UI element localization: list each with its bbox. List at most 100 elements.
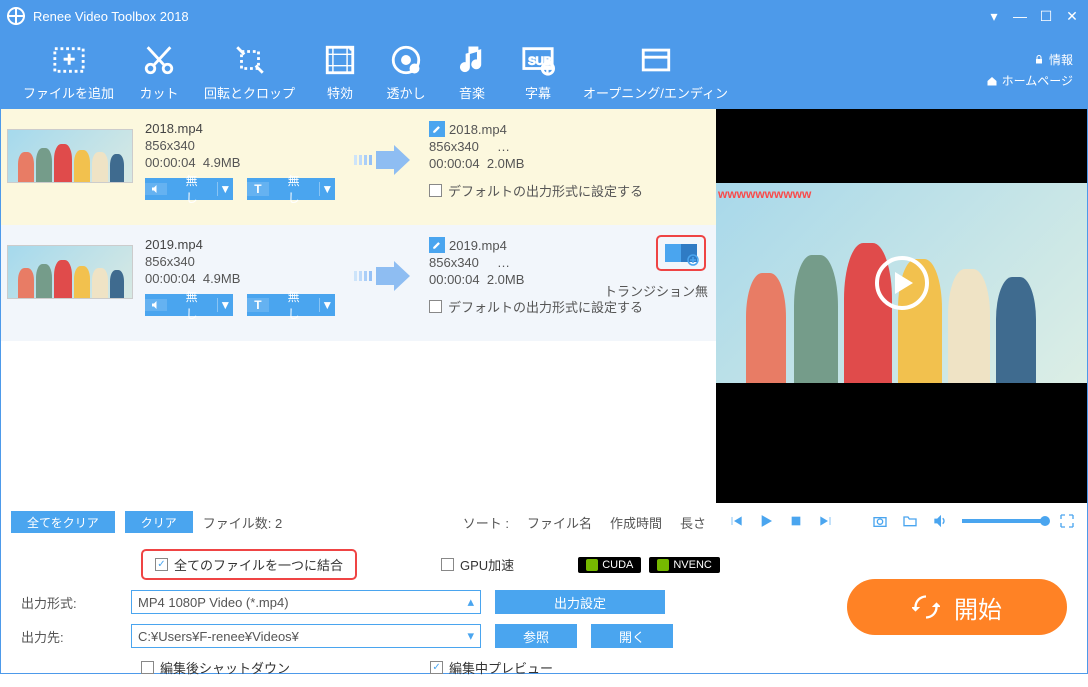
watermark-icon (385, 39, 427, 81)
info-label: 情報 (1049, 51, 1073, 68)
gpu-accel-checkbox[interactable] (441, 558, 454, 571)
toolbar-label: ファイルを追加 (23, 83, 114, 102)
preview-controls (716, 503, 1087, 539)
toolbar-label: 特効 (327, 83, 353, 102)
input-info: 2018.mp4 856x340 00:00:04 4.9MB 無し▼ T無し▼ (145, 121, 335, 200)
out-filename: 2019.mp4 (449, 238, 507, 253)
preview-label: 編集中プレビュー (449, 658, 553, 677)
volume-slider[interactable] (962, 519, 1045, 523)
app-title: Renee Video Toolbox 2018 (33, 9, 189, 24)
subtitle-dropdown[interactable]: T無し▼ (247, 178, 335, 200)
crop-icon (229, 39, 271, 81)
in-dur-size: 00:00:04 4.9MB (145, 155, 335, 170)
close-icon[interactable]: ✕ (1065, 9, 1079, 23)
convert-arrow-icon (347, 145, 417, 175)
sort-by-time[interactable]: 作成時間 (610, 513, 662, 532)
input-info: 2019.mp4 856x340 00:00:04 4.9MB 無し▼ T無し▼ (145, 237, 335, 316)
title-bar: Renee Video Toolbox 2018 ▾ — ☐ ✕ (1, 1, 1087, 31)
output-settings-button[interactable]: 出力設定 (495, 590, 665, 614)
clear-button[interactable]: クリア (125, 511, 193, 533)
main-toolbar: + ファイルを追加 カット 回転とクロップ 特効 透かし 音楽 SUBT 字幕 … (1, 31, 1087, 109)
add-file-icon: + (48, 39, 90, 81)
folder-icon[interactable] (902, 513, 918, 529)
file-row[interactable]: 2018.mp4 856x340 00:00:04 4.9MB 無し▼ T無し▼… (1, 109, 716, 225)
shutdown-checkbox[interactable] (141, 661, 154, 674)
link-info[interactable]: 情報 (1033, 51, 1073, 68)
clear-all-button[interactable]: 全てをクリア (11, 511, 115, 533)
output-format-combo[interactable]: MP4 1080P Video (*.mp4)▴ (131, 590, 481, 614)
toolbar-watermark[interactable]: 透かし (373, 31, 439, 109)
output-dir-combo[interactable]: C:¥Users¥F-renee¥Videos¥▾ (131, 624, 481, 648)
toolbar-label: カット (140, 83, 179, 102)
in-dur-size: 00:00:04 4.9MB (145, 271, 335, 286)
default-format-checkbox[interactable] (429, 300, 442, 313)
stop-icon[interactable] (788, 513, 804, 529)
toolbar-cut[interactable]: カット (126, 31, 192, 109)
toolbar-add-file[interactable]: + ファイルを追加 (11, 31, 126, 109)
fullscreen-icon[interactable] (1059, 513, 1075, 529)
edit-output-icon[interactable] (429, 121, 445, 137)
toolbar-opening-ending[interactable]: オープニング/エンディン (571, 31, 740, 109)
in-filename: 2019.mp4 (145, 237, 335, 252)
edit-output-icon[interactable] (429, 237, 445, 253)
toolbar-rotate-crop[interactable]: 回転とクロップ (192, 31, 307, 109)
filmstrip-icon (319, 39, 361, 81)
start-button[interactable]: 開始 (847, 579, 1067, 635)
snapshot-icon[interactable] (872, 513, 888, 529)
audio-track-dropdown[interactable]: 無し▼ (145, 178, 233, 200)
file-pane: 2018.mp4 856x340 00:00:04 4.9MB 無し▼ T無し▼… (1, 109, 716, 539)
scissors-icon (138, 39, 180, 81)
merge-all-checkbox[interactable] (155, 558, 168, 571)
link-homepage[interactable]: ホームページ (986, 72, 1073, 89)
next-icon[interactable] (818, 513, 834, 529)
svg-text:T: T (544, 64, 550, 75)
video-thumbnail (7, 245, 133, 299)
file-row[interactable]: 2019.mp4 856x340 00:00:04 4.9MB 無し▼ T無し▼… (1, 225, 716, 341)
toolbar-music[interactable]: 音楽 (439, 31, 505, 109)
output-info: 2018.mp4 856x340 … 00:00:04 2.0MB デフォルトの… (429, 121, 679, 200)
merge-all-label: 全てのファイルを一つに結合 (174, 555, 343, 574)
window-menu-icon[interactable]: ▾ (987, 9, 1001, 23)
sort-by-length[interactable]: 長さ (680, 513, 706, 532)
toolbar-subtitle[interactable]: SUBT 字幕 (505, 31, 571, 109)
toolbar-effects[interactable]: 特効 (307, 31, 373, 109)
music-note-icon (451, 39, 493, 81)
out-filename: 2018.mp4 (449, 122, 507, 137)
svg-text:+: + (63, 48, 75, 70)
default-format-label: デフォルトの出力形式に設定する (448, 181, 643, 200)
audio-track-dropdown[interactable]: 無し▼ (145, 294, 233, 316)
maximize-icon[interactable]: ☐ (1039, 9, 1053, 23)
file-count-label: ファイル数: 2 (203, 513, 282, 532)
minimize-icon[interactable]: — (1013, 9, 1027, 23)
browse-button[interactable]: 参照 (495, 624, 577, 648)
toolbar-label: 音楽 (459, 83, 485, 102)
output-info: 2019.mp4 856x340 … 00:00:04 2.0MB デフォルトの… (429, 237, 679, 316)
open-button[interactable]: 開く (591, 624, 673, 648)
play-overlay-icon[interactable] (875, 256, 929, 310)
volume-icon[interactable] (932, 513, 948, 529)
app-logo-icon (7, 7, 25, 25)
slate-icon (635, 39, 677, 81)
sort-label: ソート : (463, 513, 509, 532)
toolbar-label: 透かし (387, 83, 426, 102)
preview-checkbox[interactable] (430, 661, 443, 674)
out-resolution: 856x340 … (429, 139, 679, 154)
output-format-label: 出力形式: (21, 593, 117, 612)
prev-icon[interactable] (728, 513, 744, 529)
transition-label: トランジション無 (604, 281, 708, 300)
toolbar-label: 回転とクロップ (204, 83, 295, 102)
sort-by-name[interactable]: ファイル名 (527, 513, 592, 532)
home-label: ホームページ (1002, 72, 1073, 89)
default-format-checkbox[interactable] (429, 184, 442, 197)
preview-video[interactable]: wwwwwwwwww (716, 109, 1087, 503)
transition-button[interactable] (656, 235, 706, 271)
subtitle-icon: SUBT (517, 39, 559, 81)
shutdown-label: 編集後シャットダウン (160, 658, 290, 677)
cuda-badge: CUDA (578, 557, 641, 573)
toolbar-label: 字幕 (525, 83, 551, 102)
preview-watermark: wwwwwwwwww (718, 187, 811, 201)
subtitle-dropdown[interactable]: T無し▼ (247, 294, 335, 316)
play-icon[interactable] (758, 513, 774, 529)
file-list: 2018.mp4 856x340 00:00:04 4.9MB 無し▼ T無し▼… (1, 109, 716, 341)
in-resolution: 856x340 (145, 138, 335, 153)
